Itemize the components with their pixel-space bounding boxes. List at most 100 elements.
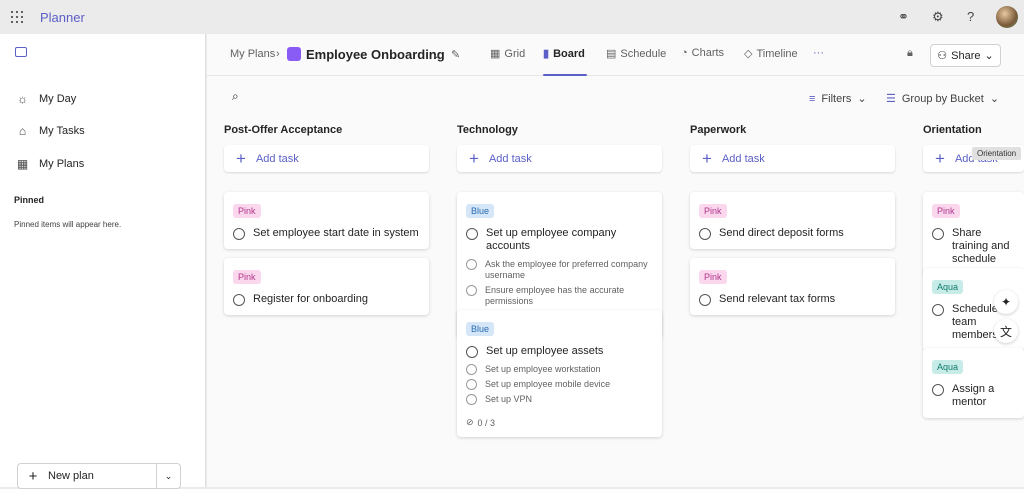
task-card[interactable]: Pink Register for onboarding (224, 258, 429, 315)
bucket-title[interactable]: Technology (457, 124, 662, 139)
help-icon[interactable]: ? (967, 9, 974, 24)
chevron-down-icon[interactable]: ⌄ (432, 48, 441, 61)
add-task-button[interactable]: + Add task (690, 145, 895, 172)
checklist-checkbox[interactable] (466, 259, 477, 270)
plan-icon (287, 47, 301, 61)
checklist-checkbox[interactable] (466, 285, 477, 296)
plus-icon: + (28, 467, 38, 485)
bucket-title[interactable]: Post-Offer Acceptance (224, 124, 429, 139)
task-title: Assign a mentor (952, 383, 995, 408)
plan-title[interactable]: Employee Onboarding (306, 47, 445, 62)
active-tab-indicator (543, 74, 587, 76)
checklist-item: Ask the employee for preferred company u… (466, 259, 653, 281)
more-tabs-button[interactable]: ··· (813, 47, 824, 59)
add-task-button[interactable]: + Add task (457, 145, 662, 172)
avatar[interactable] (996, 6, 1018, 28)
label-badge: Pink (699, 204, 727, 218)
checklist-checkbox[interactable] (466, 394, 477, 405)
sidebar-item-my-day[interactable]: ☼ My Day (16, 92, 76, 106)
task-card[interactable]: Pink Send relevant tax forms (690, 258, 895, 315)
label-badge: Blue (466, 322, 495, 336)
plus-icon: + (469, 148, 479, 168)
add-task-button[interactable]: + Add task (224, 145, 429, 172)
plus-icon: + (236, 148, 246, 168)
sidebar-item-label: My Tasks (39, 125, 85, 137)
checklist-text: Ensure employee has the accurate permiss… (485, 285, 625, 306)
label-badge: Pink (233, 270, 261, 284)
add-task-label: Add task (721, 152, 765, 165)
diamond-icon: ◇ (744, 48, 753, 60)
label-badge: Pink (932, 204, 960, 218)
complete-task-checkbox[interactable] (233, 228, 245, 240)
checklist-text: Set up employee mobile device (485, 379, 611, 389)
charts-icon: ◔ (681, 47, 688, 59)
task-card[interactable]: Pink Set employee start date in system (224, 192, 429, 249)
complete-task-checkbox[interactable] (932, 228, 944, 240)
translate-icon[interactable]: 文 (994, 319, 1018, 343)
sidebar-item-my-plans[interactable]: ▦ My Plans (16, 157, 84, 171)
checklist-text: Set up VPN (485, 394, 533, 404)
checklist-text: Set up employee workstation (485, 364, 601, 374)
complete-task-checkbox[interactable] (466, 346, 478, 358)
chevron-down-icon: ⌄ (984, 50, 994, 62)
checklist-item: Set up employee workstation (466, 364, 653, 375)
tab-schedule[interactable]: ▤ Schedule (606, 47, 667, 61)
tab-label: Timeline (756, 47, 798, 60)
checklist-item: Set up VPN (466, 394, 653, 405)
grid-icon: ▦ (490, 48, 501, 60)
complete-task-checkbox[interactable] (932, 384, 944, 396)
pin-icon[interactable]: ✎ (451, 48, 460, 61)
share-button[interactable]: ⚇ Share ⌄ (930, 44, 1001, 67)
label-badge: Aqua (932, 360, 964, 374)
complete-task-checkbox[interactable] (466, 228, 478, 240)
check-circle-icon: ⊘ (466, 417, 474, 427)
label-badge: Aqua (932, 280, 964, 294)
new-plan-button[interactable]: + New plan ⌄ (17, 463, 181, 489)
calendar-icon: ▤ (606, 48, 617, 60)
complete-task-checkbox[interactable] (932, 304, 944, 316)
share-link-icon[interactable]: ⚭ (898, 9, 909, 25)
pinned-heading: Pinned (14, 195, 45, 205)
checklist-checkbox[interactable] (466, 364, 477, 375)
task-card[interactable]: Aqua Assign a mentor (923, 348, 1024, 418)
tab-board[interactable]: ▮ Board (543, 47, 585, 61)
checklist-progress: ⊘ 0 / 3 (466, 417, 653, 428)
checklist-checkbox[interactable] (466, 379, 477, 390)
bucket-title[interactable]: Paperwork (690, 124, 895, 139)
sidebar-item-label: My Plans (39, 158, 85, 170)
tab-label: Schedule (620, 47, 667, 60)
tab-timeline[interactable]: ◇ Timeline (744, 47, 798, 61)
plan-header: My Plans › Employee Onboarding ⌄ ✎ ▦ Grid… (207, 34, 1024, 76)
sidebar-item-label: My Day (39, 93, 77, 105)
sidebar: ☼ My Day ⌂ My Tasks ▦ My Plans Pinned Pinne… (0, 34, 206, 489)
chevron-down-icon[interactable]: ⌄ (156, 464, 180, 488)
checklist-item: Set up employee mobile device (466, 379, 653, 390)
task-title: Register for onboarding (253, 293, 368, 305)
plus-icon: + (702, 148, 712, 168)
bucket-column: Orientation +Add taskPink Share training… (923, 96, 1024, 418)
task-title: Send direct deposit forms (719, 227, 844, 239)
app-launcher-icon[interactable] (11, 11, 23, 23)
collapse-sidebar-icon[interactable] (15, 47, 27, 57)
tab-charts[interactable]: ◔ Charts (681, 47, 724, 59)
copilot-sparkle-icon[interactable]: ✦ (994, 290, 1018, 314)
breadcrumb-my-plans[interactable]: My Plans (230, 48, 275, 60)
complete-task-checkbox[interactable] (233, 294, 245, 306)
top-bar: Planner ⚭ ⚙ ? (0, 0, 1024, 34)
complete-task-checkbox[interactable] (699, 228, 711, 240)
bucket-title[interactable]: Orientation (923, 124, 1024, 139)
checklist-text: Ask the employee for preferred company u… (485, 259, 648, 280)
task-card[interactable]: Pink Send direct deposit forms (690, 192, 895, 249)
tab-label: Charts (691, 47, 725, 59)
settings-icon[interactable]: ⚙ (932, 9, 944, 25)
task-card[interactable]: Pink Share training and schedule (923, 192, 1024, 275)
sidebar-item-my-tasks[interactable]: ⌂ My Tasks (16, 124, 85, 138)
app-name[interactable]: Planner (40, 10, 85, 25)
add-task-label: Add task (255, 152, 299, 165)
task-card[interactable]: Blue Set up employee assets Set up employ… (457, 310, 662, 437)
tab-grid[interactable]: ▦ Grid (490, 47, 525, 61)
task-title: Set up employee assets (486, 345, 604, 357)
complete-task-checkbox[interactable] (699, 294, 711, 306)
checklist-item: Ensure employee has the accurate permiss… (466, 285, 653, 307)
lock-icon[interactable]: 🔒︎ (907, 47, 913, 60)
